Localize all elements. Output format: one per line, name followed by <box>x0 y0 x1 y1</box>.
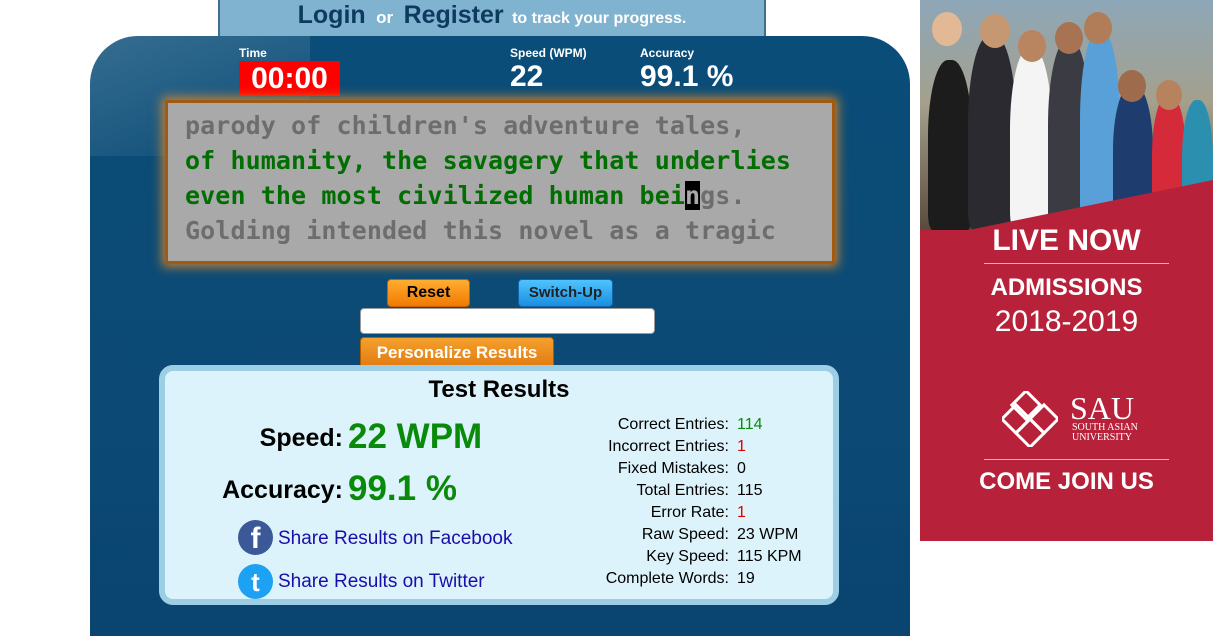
ad-admissions: ADMISSIONS <box>990 274 1143 301</box>
detail-label: Correct Entries: <box>617 416 729 433</box>
detail-value: 23 WPM <box>737 526 799 543</box>
text-line-1: parody of children's adventure tales, <box>185 111 746 140</box>
accuracy-label: Accuracy <box>640 46 695 60</box>
test-results-panel: Test Results Speed: 22 WPM Accuracy: 99.… <box>159 365 839 605</box>
ad-come-join: COME JOIN US <box>979 468 1154 495</box>
ad-divider-2 <box>984 459 1169 460</box>
track-progress-text: to track your progress. <box>512 10 687 27</box>
speed-label: Speed (WPM) <box>510 46 587 60</box>
text-line-2: of humanity, the savagery that underlies <box>185 146 792 175</box>
detail-value: 115 KPM <box>737 548 802 565</box>
facebook-icon[interactable]: f <box>238 520 273 555</box>
ad-sau-sub: SOUTH ASIAN UNIVERSITY <box>1072 423 1138 443</box>
twitter-icon[interactable]: t <box>238 564 273 599</box>
detail-label: Total Entries: <box>636 482 729 499</box>
accuracy-value: 99.1 % <box>640 60 734 93</box>
detail-label: Fixed Mistakes: <box>617 460 729 477</box>
or-text: or <box>376 8 394 27</box>
detail-label: Error Rate: <box>650 504 729 521</box>
ad-divider <box>984 263 1169 264</box>
detail-value: 1 <box>737 504 746 521</box>
login-register-bar: Login or Register to track your progress… <box>218 0 766 38</box>
advertisement-banner[interactable]: LIVE NOW ADMISSIONS 2018-2019 SAU SOUTH … <box>920 0 1213 541</box>
timer-display: 00:00 <box>239 61 340 96</box>
sau-logo-icon <box>1002 391 1058 447</box>
typed-text: even the most civilized human bei <box>185 181 685 210</box>
detail-label: Raw Speed: <box>641 526 729 543</box>
speed-value: 22 <box>510 60 544 93</box>
text-line-3: even the most civilized human beings. <box>185 181 746 210</box>
ad-years: 2018-2019 <box>994 305 1139 338</box>
time-label: Time <box>239 46 267 60</box>
remaining-text: gs. <box>700 181 746 210</box>
ad-sau-sub-line2: UNIVERSITY <box>1072 432 1132 443</box>
detail-label: Complete Words: <box>605 570 729 587</box>
current-character: n <box>685 181 701 210</box>
typing-input[interactable] <box>360 308 655 334</box>
ad-live-now: LIVE NOW <box>992 224 1141 257</box>
text-line-4: Golding intended this novel as a tragic <box>185 216 776 245</box>
typing-text-box[interactable]: parody of children's adventure tales, of… <box>165 100 835 264</box>
detail-value: 114 <box>737 416 763 433</box>
detail-value: 19 <box>737 570 755 587</box>
results-accuracy-label: Accuracy: <box>222 476 343 504</box>
results-title: Test Results <box>428 376 570 403</box>
detail-label: Key Speed: <box>646 548 729 565</box>
results-speed-label: Speed: <box>259 424 343 452</box>
detail-label: Incorrect Entries: <box>608 438 729 455</box>
login-link[interactable]: Login <box>298 1 366 29</box>
detail-value: 0 <box>737 460 746 477</box>
reset-button[interactable]: Reset <box>387 279 470 307</box>
switch-up-button[interactable]: Switch-Up <box>518 279 613 307</box>
detail-value: 115 <box>737 482 763 499</box>
detail-value: 1 <box>737 438 746 455</box>
register-link[interactable]: Register <box>404 1 504 29</box>
